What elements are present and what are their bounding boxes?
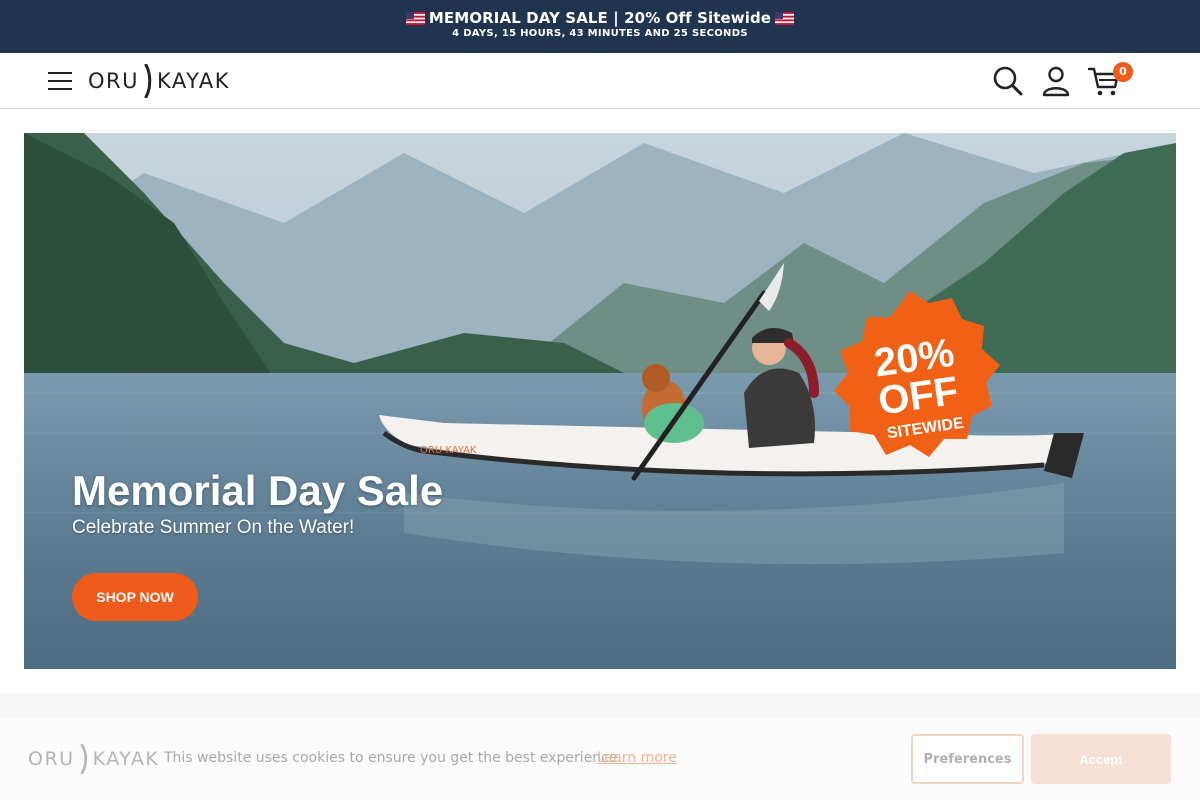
logo-paddle-mark [144, 64, 152, 98]
kayak-brand-label: ORU KAYAK [420, 445, 477, 456]
site-logo[interactable]: ORU KAYAK [88, 64, 230, 98]
cookie-message: This website uses cookies to ensure you … [164, 750, 622, 766]
site-header: ORU KAYAK 0 [0, 53, 1200, 109]
us-flag-icon [405, 11, 425, 25]
countdown-timer: 4 DAYS, 15 HOURS, 43 MINUTES AND 25 SECO… [452, 28, 748, 39]
hero-title: Memorial Day Sale [72, 467, 444, 514]
search-icon[interactable] [992, 65, 1024, 97]
announcement-headline-row: MEMORIAL DAY SALE | 20% Off Sitewide [0, 9, 1200, 27]
hero-subtitle: Celebrate Summer On the Water! [72, 517, 355, 538]
logo-text-right: KAYAK [157, 69, 230, 93]
learn-more-link[interactable]: Learn more [597, 750, 677, 766]
shop-now-button[interactable]: SHOP NOW [72, 573, 198, 621]
logo-text-left: ORU [88, 69, 139, 93]
hero-banner[interactable]: ORU KAYAK 20% OFF SITEWIDE Memorial Day … [24, 133, 1176, 669]
logo-paddle-mark [80, 744, 87, 774]
menu-button[interactable] [48, 69, 72, 93]
cookie-bar-shadow [0, 693, 1200, 718]
cookie-consent-bar: ORU KAYAK This website uses cookies to e… [0, 718, 1200, 800]
announcement-bar: MEMORIAL DAY SALE | 20% Off Sitewide 4 D… [0, 0, 1200, 53]
cookie-logo-right: KAYAK [92, 748, 160, 770]
cookie-logo-left: ORU [28, 748, 75, 770]
preferences-button[interactable]: Preferences [911, 734, 1024, 784]
announcement-headline[interactable]: MEMORIAL DAY SALE | 20% Off Sitewide [429, 9, 771, 27]
cart-count-badge[interactable]: 0 [1113, 62, 1133, 82]
cookie-logo: ORU KAYAK [28, 744, 159, 774]
account-icon[interactable] [1040, 65, 1072, 97]
us-flag-icon [775, 11, 795, 25]
accept-button[interactable]: Accept [1031, 734, 1171, 784]
menu-icon [48, 72, 72, 74]
